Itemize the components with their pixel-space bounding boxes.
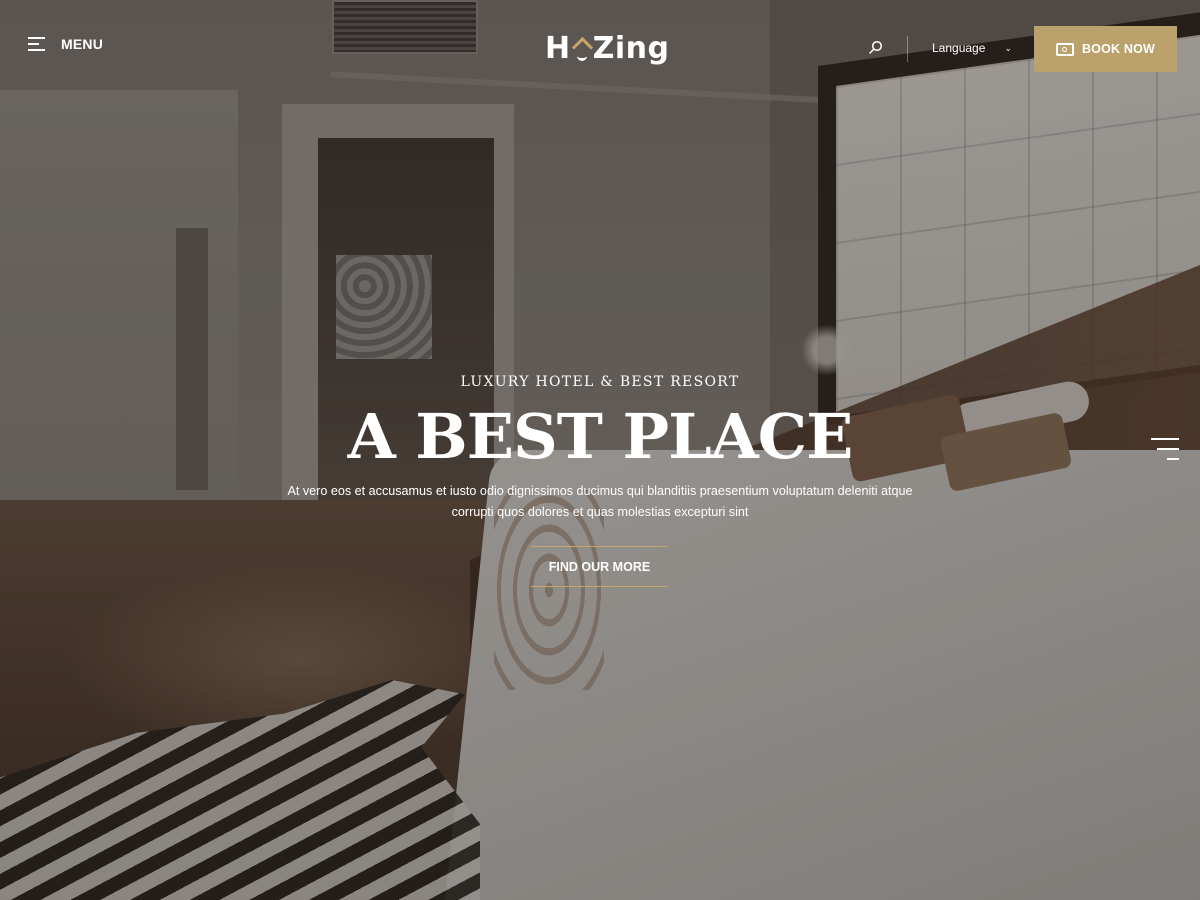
hero-title: A BEST PLACE [347,400,854,473]
header-divider [907,36,908,62]
language-select[interactable]: Language ⌄ [932,41,1012,55]
hero-description: At vero eos et accusamus et iusto odio d… [287,484,913,519]
search-icon [869,40,883,54]
hero-subtitle: LUXURY HOTEL & BEST RESORT [460,374,740,390]
menu-toggle[interactable]: MENU [28,36,103,52]
chevron-down-icon: ⌄ [1004,42,1012,53]
logo-text-zing: Zing [592,30,670,66]
search-button[interactable] [868,40,884,56]
hamburger-icon [28,37,45,51]
logo-text-h: H [545,30,571,66]
cta-label: FIND OUR MORE [548,559,651,574]
menu-label: MENU [61,36,104,52]
language-label: Language [932,41,986,55]
ticket-icon [1055,42,1074,56]
logo[interactable]: H Zing [545,26,669,70]
book-now-label: BOOK NOW [1081,42,1156,56]
find-our-more-button[interactable]: FIND OUR MORE [531,546,668,587]
book-now-button[interactable]: BOOK NOW [1034,26,1177,72]
logo-house-icon [571,34,593,62]
